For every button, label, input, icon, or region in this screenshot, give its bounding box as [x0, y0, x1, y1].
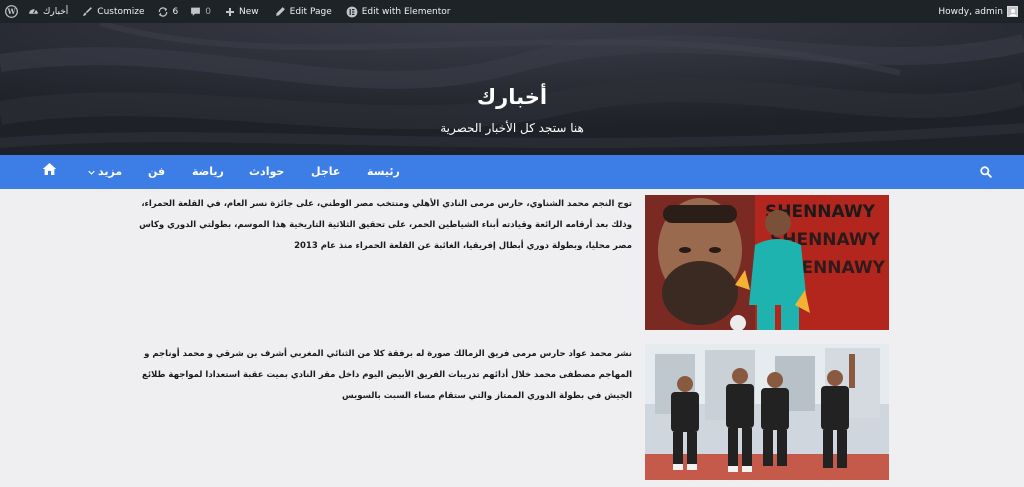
updates-count: 6	[172, 6, 179, 17]
updates-link[interactable]: 6	[152, 0, 184, 23]
chevron-down-icon	[88, 170, 95, 175]
wordpress-logo-icon[interactable]: W	[0, 0, 23, 23]
comments-link[interactable]: 0	[185, 0, 216, 23]
avatar	[1007, 6, 1018, 17]
main-navigation: رئيسة عاجل حوادث رياضة فن مزيد	[0, 155, 1024, 189]
new-content-link[interactable]: New	[220, 0, 264, 23]
post-thumbnail[interactable]	[645, 344, 889, 480]
brush-icon	[83, 7, 93, 16]
customize-link[interactable]: Customize	[77, 0, 149, 23]
nav-item-more[interactable]: مزيد	[88, 155, 122, 189]
site-tagline: هنا ستجد كل الأخبار الحصرية	[440, 121, 584, 135]
pencil-icon	[275, 7, 285, 16]
edit-page-label: Edit Page	[289, 6, 332, 17]
updates-icon	[158, 6, 167, 17]
site-name-menu[interactable]: أخبارك	[23, 0, 73, 23]
site-title[interactable]: أخبارك	[0, 85, 1024, 109]
edit-elementor-link[interactable]: Edit with Elementor	[341, 0, 456, 23]
nav-item-accidents[interactable]: حوادث	[249, 155, 284, 189]
site-name-label: أخبارك	[43, 6, 69, 17]
home-icon[interactable]	[42, 162, 57, 176]
search-icon[interactable]	[980, 166, 992, 178]
nav-item-breaking[interactable]: عاجل	[311, 155, 340, 189]
user-account-menu[interactable]: Howdy, admin	[938, 6, 1024, 17]
admin-bar: W أخبارك Customize 6 0 New Edit Page Edi…	[0, 0, 1024, 23]
customize-label: Customize	[97, 6, 145, 17]
nav-item-more-label: مزيد	[98, 165, 123, 178]
nav-item-art[interactable]: فن	[148, 155, 165, 189]
nav-item-sports[interactable]: رياضة	[192, 155, 224, 189]
edit-page-link[interactable]: Edit Page	[270, 0, 337, 23]
site-header: أخبارك هنا ستجد كل الأخبار الحصرية	[0, 23, 1024, 155]
new-label: New	[239, 6, 259, 17]
svg-text:W: W	[6, 7, 16, 16]
elementor-icon	[346, 6, 358, 17]
howdy-label: Howdy, admin	[938, 6, 1003, 17]
nav-item-home-label[interactable]: رئيسة	[367, 155, 400, 189]
comments-count: 0	[205, 6, 212, 17]
post-excerpt: نشر محمد عواد حارس مرمى فريق الزمالك صور…	[142, 349, 632, 401]
edit-elementor-label: Edit with Elementor	[361, 6, 451, 17]
post-thumbnail[interactable]: SHENNAWY SHENNAWY SHENNAWY	[645, 195, 889, 330]
dashboard-icon	[29, 9, 38, 14]
comment-bubble-icon	[191, 7, 201, 16]
plus-icon	[226, 7, 235, 16]
post-excerpt: توج النجم محمد الشناوي، حارس مرمى النادي…	[139, 199, 632, 251]
